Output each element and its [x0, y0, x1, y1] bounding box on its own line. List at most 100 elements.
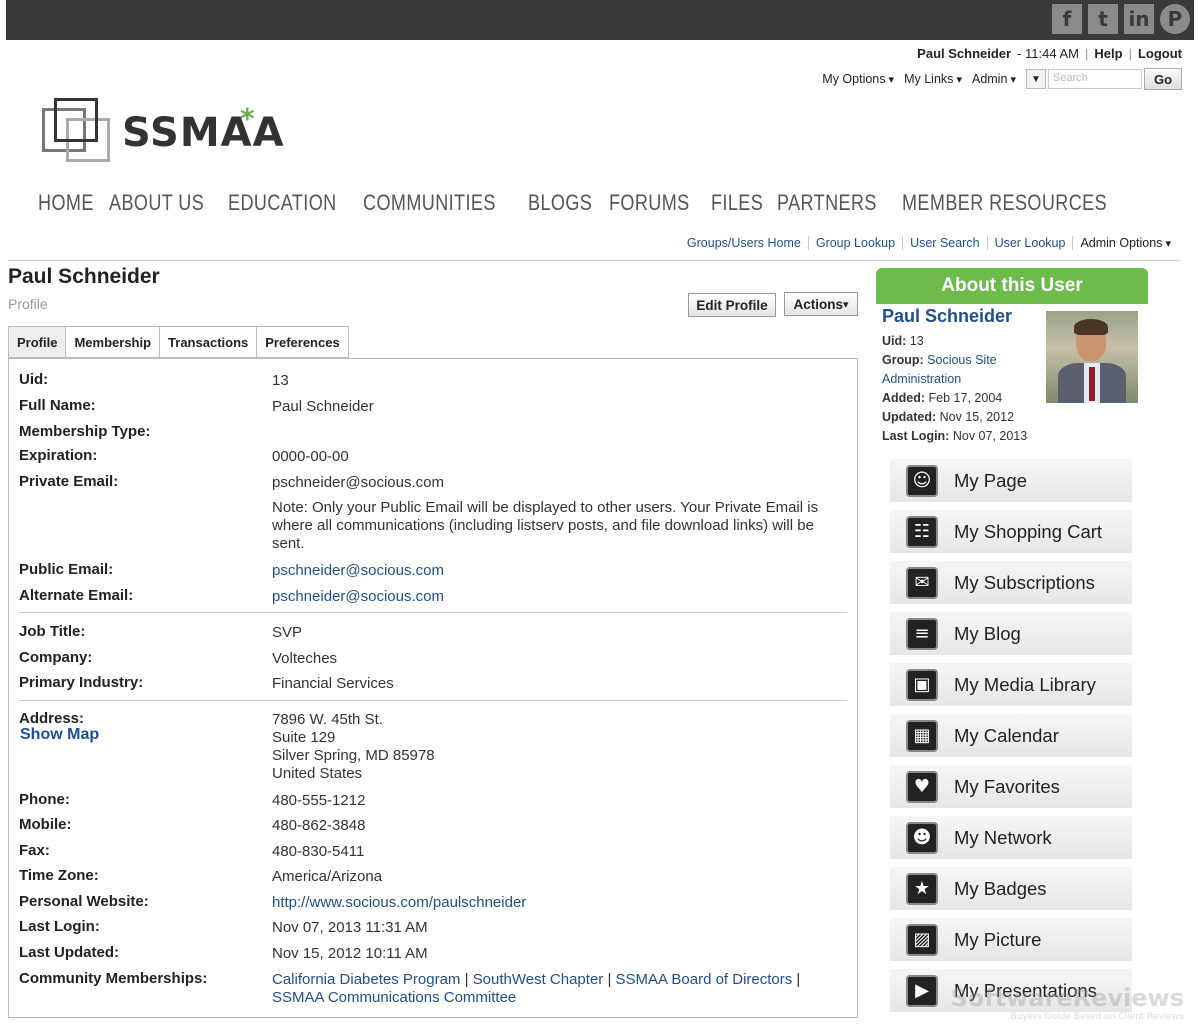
tab-profile[interactable]: Profile [8, 326, 67, 358]
menu-label: My Media Library [954, 673, 1096, 695]
subnav-user-lookup[interactable]: User Lookup [986, 236, 1073, 250]
section-divider [19, 700, 847, 701]
admin-menu[interactable]: Admin [972, 72, 1016, 86]
job-title-value: SVP [272, 624, 303, 641]
uid-value: 13 [272, 372, 289, 389]
about-group-label: Group: [882, 353, 924, 367]
header-divider [8, 260, 1180, 261]
industry-value: Financial Services [272, 675, 394, 692]
tab-membership[interactable]: Membership [66, 326, 161, 358]
menu-my-media-library[interactable]: ▣ My Media Library [890, 663, 1132, 706]
subnav-groups-users-home[interactable]: Groups/Users Home [680, 236, 808, 250]
subnav-admin-options[interactable]: Admin Options [1072, 236, 1178, 250]
menu-my-network[interactable]: ☻ My Network [890, 816, 1132, 859]
menu-my-page[interactable]: ☺ My Page [890, 459, 1132, 502]
help-link[interactable]: Help [1094, 46, 1122, 61]
my-options-menu[interactable]: My Options [822, 72, 894, 86]
community-memberships-list: California Diabetes Program | SouthWest … [272, 971, 801, 1006]
pinterest-icon[interactable]: P [1160, 4, 1190, 34]
community-link[interactable]: SSMAA Board of Directors [616, 971, 793, 988]
job-title-label: Job Title: [19, 623, 86, 640]
phone-label: Phone: [19, 791, 70, 808]
nav-files[interactable]: FILES [711, 190, 763, 216]
page-title: Paul Schneider [8, 265, 160, 288]
menu-my-shopping-cart[interactable]: ☷ My Shopping Cart [890, 510, 1132, 553]
last-login-label: Last Login: [19, 918, 100, 935]
nav-education[interactable]: EDUCATION [228, 190, 337, 216]
presentation-icon: ▶ [906, 974, 938, 1007]
private-email-note: Note: Only your Public Email will be dis… [272, 499, 819, 552]
current-time: - 11:44 AM [1017, 46, 1079, 61]
show-map-link[interactable]: Show Map [20, 726, 99, 744]
subnav-group-lookup[interactable]: Group Lookup [807, 236, 902, 250]
private-email-label: Private Email: [19, 473, 119, 490]
subnav-user-search[interactable]: User Search [902, 236, 986, 250]
go-button[interactable]: Go [1144, 68, 1182, 90]
about-updated: Nov 15, 2012 [939, 410, 1015, 424]
site-logo[interactable]: SSMAA * [40, 96, 284, 166]
fax-value: 480-830-5411 [272, 843, 365, 860]
watermark: SoftwareReviews Buyers Guide Based on Cl… [950, 984, 1184, 1022]
top-social-bar: f t in P [6, 0, 1194, 40]
menu-my-picture[interactable]: ▨ My Picture [890, 918, 1132, 961]
tab-preferences[interactable]: Preferences [257, 326, 349, 358]
about-updated-label: Updated: [882, 410, 937, 424]
social-links: f t in P [1052, 4, 1190, 34]
nav-member-resources[interactable]: MEMBER RESOURCES [902, 190, 1107, 216]
company-value: Volteches [272, 650, 338, 667]
private-email-value: pschneider@socious.com [272, 474, 444, 491]
nav-forums[interactable]: FORUMS [609, 190, 690, 216]
facebook-icon[interactable]: f [1052, 4, 1082, 34]
menu-label: My Shopping Cart [954, 520, 1103, 542]
main-navigation: HOME ABOUT US EDUCATION COMMUNITIES BLOG… [20, 190, 1170, 216]
nav-communities[interactable]: COMMUNITIES [363, 190, 496, 216]
menu-label: My Blog [954, 622, 1021, 644]
alternate-email-link[interactable]: pschneider@socious.com [272, 588, 444, 606]
community-link[interactable]: SouthWest Chapter [473, 971, 604, 988]
public-email-link[interactable]: pschneider@socious.com [272, 562, 444, 580]
current-user-name[interactable]: Paul Schneider [917, 46, 1011, 61]
menu-my-subscriptions[interactable]: ✉ My Subscriptions [890, 561, 1132, 604]
badge-icon: ★ [906, 872, 938, 905]
watermark-subtext: Buyers Guide Based on Client Reviews [1010, 1012, 1184, 1022]
website-link[interactable]: http://www.socious.com/paulschneider [272, 894, 526, 912]
profile-tabs: Profile Membership Transactions Preferen… [8, 326, 349, 358]
time-zone-value: America/Arizona [272, 868, 383, 885]
search-form: ▼ Search Go [1026, 68, 1182, 90]
search-input[interactable]: Search [1048, 69, 1142, 89]
actions-button[interactable]: Actions [784, 292, 858, 316]
tab-transactions[interactable]: Transactions [160, 326, 258, 358]
edit-profile-button[interactable]: Edit Profile [688, 293, 776, 317]
address-label: Address: [19, 710, 85, 727]
logout-link[interactable]: Logout [1138, 46, 1182, 61]
search-scope-select[interactable]: ▼ [1026, 69, 1046, 89]
options-bar: My Options My Links Admin ▼ Search Go [822, 68, 1182, 90]
user-utility-bar: Paul Schneider - 11:44 AM | Help | Logou… [917, 46, 1182, 61]
menu-my-blog[interactable]: ≡ My Blog [890, 612, 1132, 655]
community-link[interactable]: California Diabetes Program [272, 971, 460, 988]
community-link[interactable]: SSMAA Communications Committee [272, 989, 516, 1006]
menu-my-badges[interactable]: ★ My Badges [890, 867, 1132, 910]
about-lastlogin-label: Last Login: [882, 429, 950, 443]
nav-home[interactable]: HOME [38, 190, 94, 216]
last-login-value: Nov 07, 2013 11:31 AM [272, 919, 428, 936]
about-user-name[interactable]: Paul Schneider [882, 306, 1012, 327]
menu-my-favorites[interactable]: ♥ My Favorites [890, 765, 1132, 808]
watermark-text: SoftwareReviews [950, 984, 1184, 1012]
logo-star: * [240, 102, 255, 135]
twitter-icon[interactable]: t [1088, 4, 1118, 34]
about-uid: 13 [909, 334, 924, 348]
about-added: Feb 17, 2004 [928, 391, 1003, 405]
nav-blogs[interactable]: BLOGS [528, 190, 592, 216]
nav-partners[interactable]: PARTNERS [777, 190, 877, 216]
menu-my-calendar[interactable]: ▦ My Calendar [890, 714, 1132, 757]
my-links-menu[interactable]: My Links [904, 72, 962, 86]
time-zone-label: Time Zone: [19, 867, 99, 884]
public-email-label: Public Email: [19, 561, 114, 578]
menu-label: My Network [954, 826, 1052, 848]
nav-about-us[interactable]: ABOUT US [109, 190, 204, 216]
address-line-3: Silver Spring, MD 85978 [272, 747, 435, 764]
user-icon: ☺ [906, 464, 938, 497]
linkedin-icon[interactable]: in [1124, 4, 1154, 34]
media-icon: ▣ [906, 668, 938, 701]
